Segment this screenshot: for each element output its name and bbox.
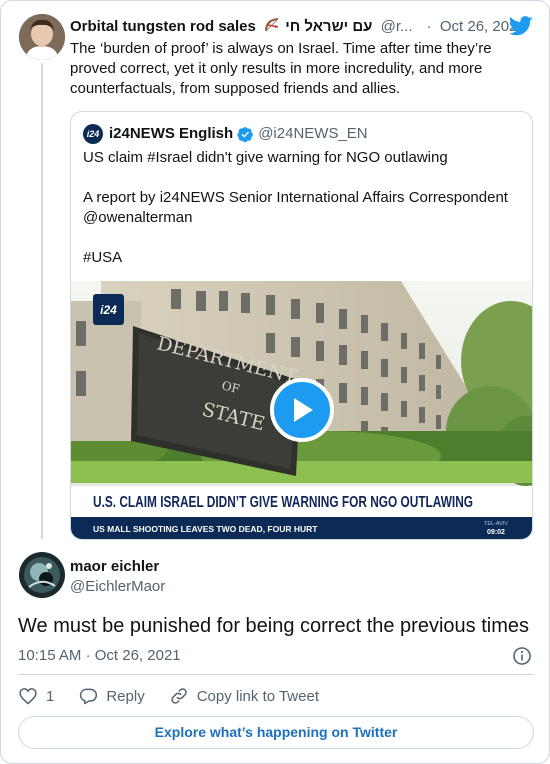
- quoted-author-name[interactable]: i24NEWS English: [109, 124, 233, 144]
- video-clock-city: TEL-AVIV: [484, 521, 508, 527]
- copy-link-button[interactable]: Copy link to Tweet: [169, 686, 319, 706]
- verified-badge-icon: [237, 126, 254, 142]
- reply-label: Reply: [106, 687, 145, 705]
- parent-author-avatar[interactable]: [19, 14, 65, 60]
- quoted-author-handle[interactable]: @i24NEWS_EN: [258, 124, 367, 144]
- bow-and-arrow-emoji: [263, 17, 281, 33]
- parent-author-name[interactable]: Orbital tungsten rod sales: [70, 18, 256, 35]
- like-count: 1: [46, 687, 55, 705]
- reply-date: Oct 26, 2021: [94, 647, 181, 664]
- timestamp-separator: ·: [426, 18, 432, 35]
- twitter-bird-icon[interactable]: [508, 15, 533, 37]
- explore-twitter-button[interactable]: Explore what’s happening on Twitter: [18, 716, 534, 749]
- parent-name-hebrew-suffix: עם ישראל חי: [285, 18, 373, 35]
- quoted-tweet[interactable]: i24 i24NEWS English @i24NEWS_EN US claim…: [70, 111, 533, 540]
- play-icon: [294, 398, 313, 422]
- quoted-tweet-text: US claim #Israel didn't give warning for…: [83, 149, 508, 266]
- reply-tweet-text: We must be punished for being correct th…: [18, 615, 529, 637]
- reply-date-separator: ·: [85, 647, 91, 664]
- heart-icon: [19, 688, 37, 705]
- copy-link-label: Copy link to Tweet: [196, 687, 319, 705]
- reply-author-avatar[interactable]: [19, 552, 65, 598]
- tweet-actions-bar: 1 Reply Copy link to Tweet: [18, 685, 343, 707]
- reply-time: 10:15 AM: [18, 647, 82, 664]
- video-ticker: US MALL SHOOTING LEAVES TWO DEAD, FOUR H…: [93, 524, 318, 534]
- video-clock-time: 09:02: [487, 529, 505, 536]
- video-thumbnail[interactable]: DEPARTMENT OF STATE i24 U.S. CLAIM ISRAE…: [71, 281, 532, 539]
- divider: [18, 674, 534, 675]
- reply-author-name[interactable]: maor eichler: [70, 557, 159, 577]
- video-headline: U.S. CLAIM ISRAEL DIDN’T GIVE WARNING FO…: [93, 494, 473, 511]
- quoted-tweet-header: i24 i24NEWS English @i24NEWS_EN: [83, 124, 368, 144]
- play-button[interactable]: [270, 378, 334, 442]
- parent-author-handle[interactable]: @r...: [381, 18, 413, 35]
- link-icon: [170, 688, 187, 704]
- reply-timestamp[interactable]: 10:15 AM · Oct 26, 2021: [18, 646, 181, 666]
- thread-connector-line: [41, 63, 43, 539]
- reply-author-handle[interactable]: @EichlerMaor: [70, 577, 165, 597]
- reply-icon: [80, 688, 98, 705]
- like-button[interactable]: 1: [18, 686, 54, 706]
- info-icon[interactable]: [512, 646, 532, 666]
- parent-tweet-text: The ‘burden of proof’ is always on Israe…: [70, 40, 492, 97]
- tweet-embed-card: Orbital tungsten rod sales עם ישראל חי @…: [0, 0, 550, 764]
- channel-bug-logo: i24: [100, 303, 117, 317]
- quoted-author-logo: i24: [83, 124, 103, 144]
- reply-button[interactable]: Reply: [78, 686, 145, 706]
- parent-tweet-header: Orbital tungsten rod sales עם ישראל חי @…: [70, 17, 540, 37]
